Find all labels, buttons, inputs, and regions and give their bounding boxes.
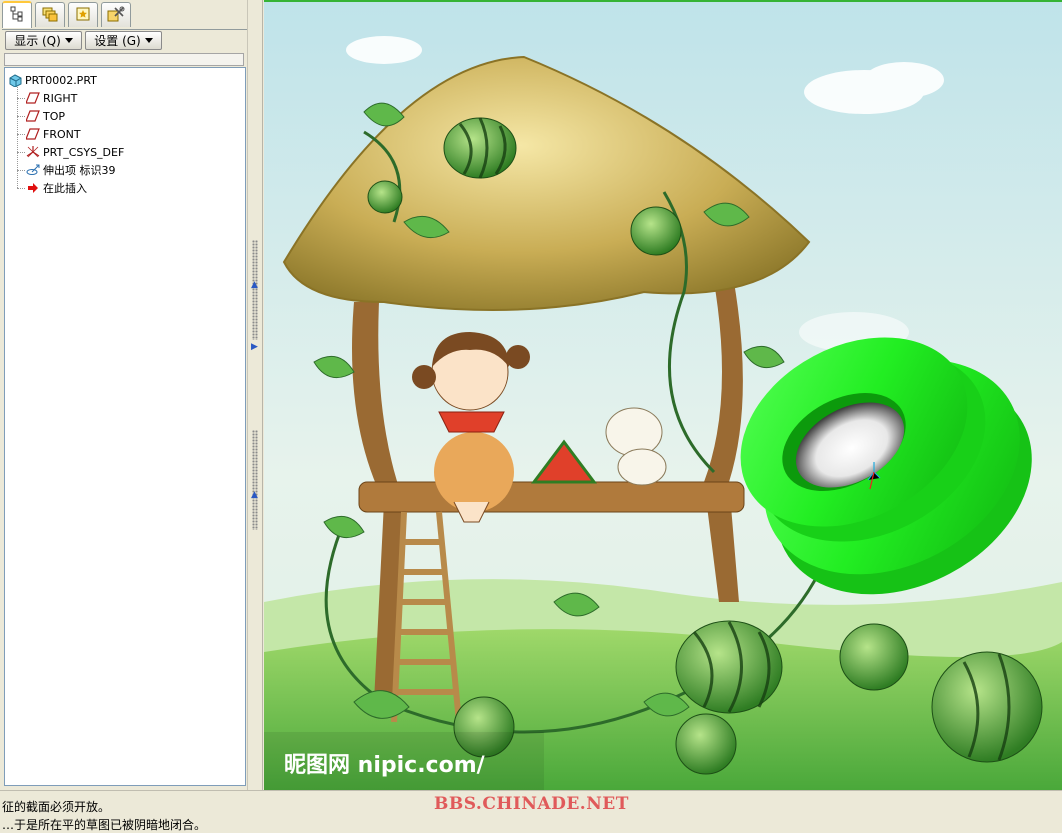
tree-item-label: PRT_CSYS_DEF bbox=[43, 145, 125, 159]
tree-item-top[interactable]: TOP bbox=[26, 108, 65, 124]
tools-icon bbox=[107, 6, 125, 25]
collapse-down-icon[interactable]: ▲ bbox=[251, 490, 258, 500]
message-line: 征的截面必须开放。 bbox=[2, 800, 111, 814]
tree-connector bbox=[17, 98, 25, 99]
settings-dropdown-button[interactable]: 设置 (G) bbox=[85, 31, 162, 50]
model-tree: PRT0002.PRT RIGHT TOP FRONT PRT_CSYS_DEF… bbox=[4, 67, 246, 786]
model-tree-icon bbox=[9, 6, 25, 25]
tree-item-label: TOP bbox=[43, 109, 66, 123]
graphics-watermark-text: 昵图网 nipic.com/ bbox=[284, 753, 486, 778]
tree-connector bbox=[17, 85, 18, 188]
tab-baseline bbox=[2, 29, 248, 30]
tree-connector bbox=[17, 188, 25, 189]
tree-connector bbox=[17, 134, 25, 135]
part-icon bbox=[8, 73, 22, 87]
tree-item-label: 伸出项 标识39 bbox=[43, 164, 116, 177]
graphics-window[interactable]: 昵图网 nipic.com/ bbox=[264, 0, 1062, 790]
tree-root-label: PRT0002.PRT bbox=[25, 73, 97, 87]
collapse-up-icon[interactable]: ▲ bbox=[251, 280, 258, 290]
datum-plane-icon bbox=[26, 109, 40, 123]
tree-connector bbox=[17, 152, 25, 153]
splitter-grip bbox=[252, 240, 258, 340]
navigator-tabs bbox=[2, 1, 248, 30]
tree-item-front[interactable]: FRONT bbox=[26, 126, 81, 142]
protrusion-icon bbox=[26, 163, 40, 177]
insert-here-arrow-icon bbox=[26, 181, 40, 195]
coordinate-system-icon bbox=[26, 145, 40, 159]
tree-filter-bar[interactable] bbox=[4, 53, 244, 66]
tree-item-label: RIGHT bbox=[43, 91, 78, 105]
tree-item-right[interactable]: RIGHT bbox=[26, 90, 77, 106]
expand-right-icon[interactable]: ▶ bbox=[251, 342, 258, 352]
panel-splitter[interactable]: ▲ ▶ ▲ bbox=[247, 0, 263, 790]
tree-item-protrusion[interactable]: 伸出项 标识39 bbox=[26, 162, 116, 178]
tree-item-label: 在此插入 bbox=[43, 182, 87, 195]
datum-plane-icon bbox=[26, 127, 40, 141]
navigator-panel: 显示 (Q) 设置 (G) PRT0002.PRT RIGHT TOP FRON… bbox=[0, 0, 250, 790]
tree-item-label: FRONT bbox=[43, 127, 81, 141]
chevron-down-icon bbox=[64, 38, 73, 43]
site-watermark: BBS.CHINADE.NET bbox=[434, 794, 629, 814]
datum-plane-icon bbox=[26, 91, 40, 105]
tree-item-insert-here[interactable]: 在此插入 bbox=[26, 180, 87, 196]
background-illustration: 昵图网 nipic.com/ bbox=[264, 2, 1062, 790]
tab-layers[interactable] bbox=[35, 2, 65, 27]
message-line: …于是所在平的草图已被阴暗地闭合。 bbox=[2, 818, 207, 832]
tree-item-csys[interactable]: PRT_CSYS_DEF bbox=[26, 144, 124, 160]
chevron-down-icon bbox=[144, 38, 153, 43]
tree-connector bbox=[17, 170, 25, 171]
settings-label: 设置 (G) bbox=[94, 34, 141, 48]
message-area: 征的截面必须开放。 …于是所在平的草图已被阴暗地闭合。 BBS.CHINADE.… bbox=[0, 790, 1062, 832]
tab-favorites[interactable] bbox=[68, 2, 98, 27]
tree-root-part[interactable]: PRT0002.PRT bbox=[8, 72, 97, 88]
show-label: 显示 (Q) bbox=[14, 34, 61, 48]
tab-model-tree[interactable] bbox=[2, 1, 32, 28]
favorites-icon bbox=[75, 6, 91, 25]
splitter-grip bbox=[252, 430, 258, 530]
show-dropdown-button[interactable]: 显示 (Q) bbox=[5, 31, 82, 50]
layers-icon bbox=[42, 6, 58, 25]
tree-connector bbox=[17, 116, 25, 117]
tab-tools[interactable] bbox=[101, 2, 131, 27]
